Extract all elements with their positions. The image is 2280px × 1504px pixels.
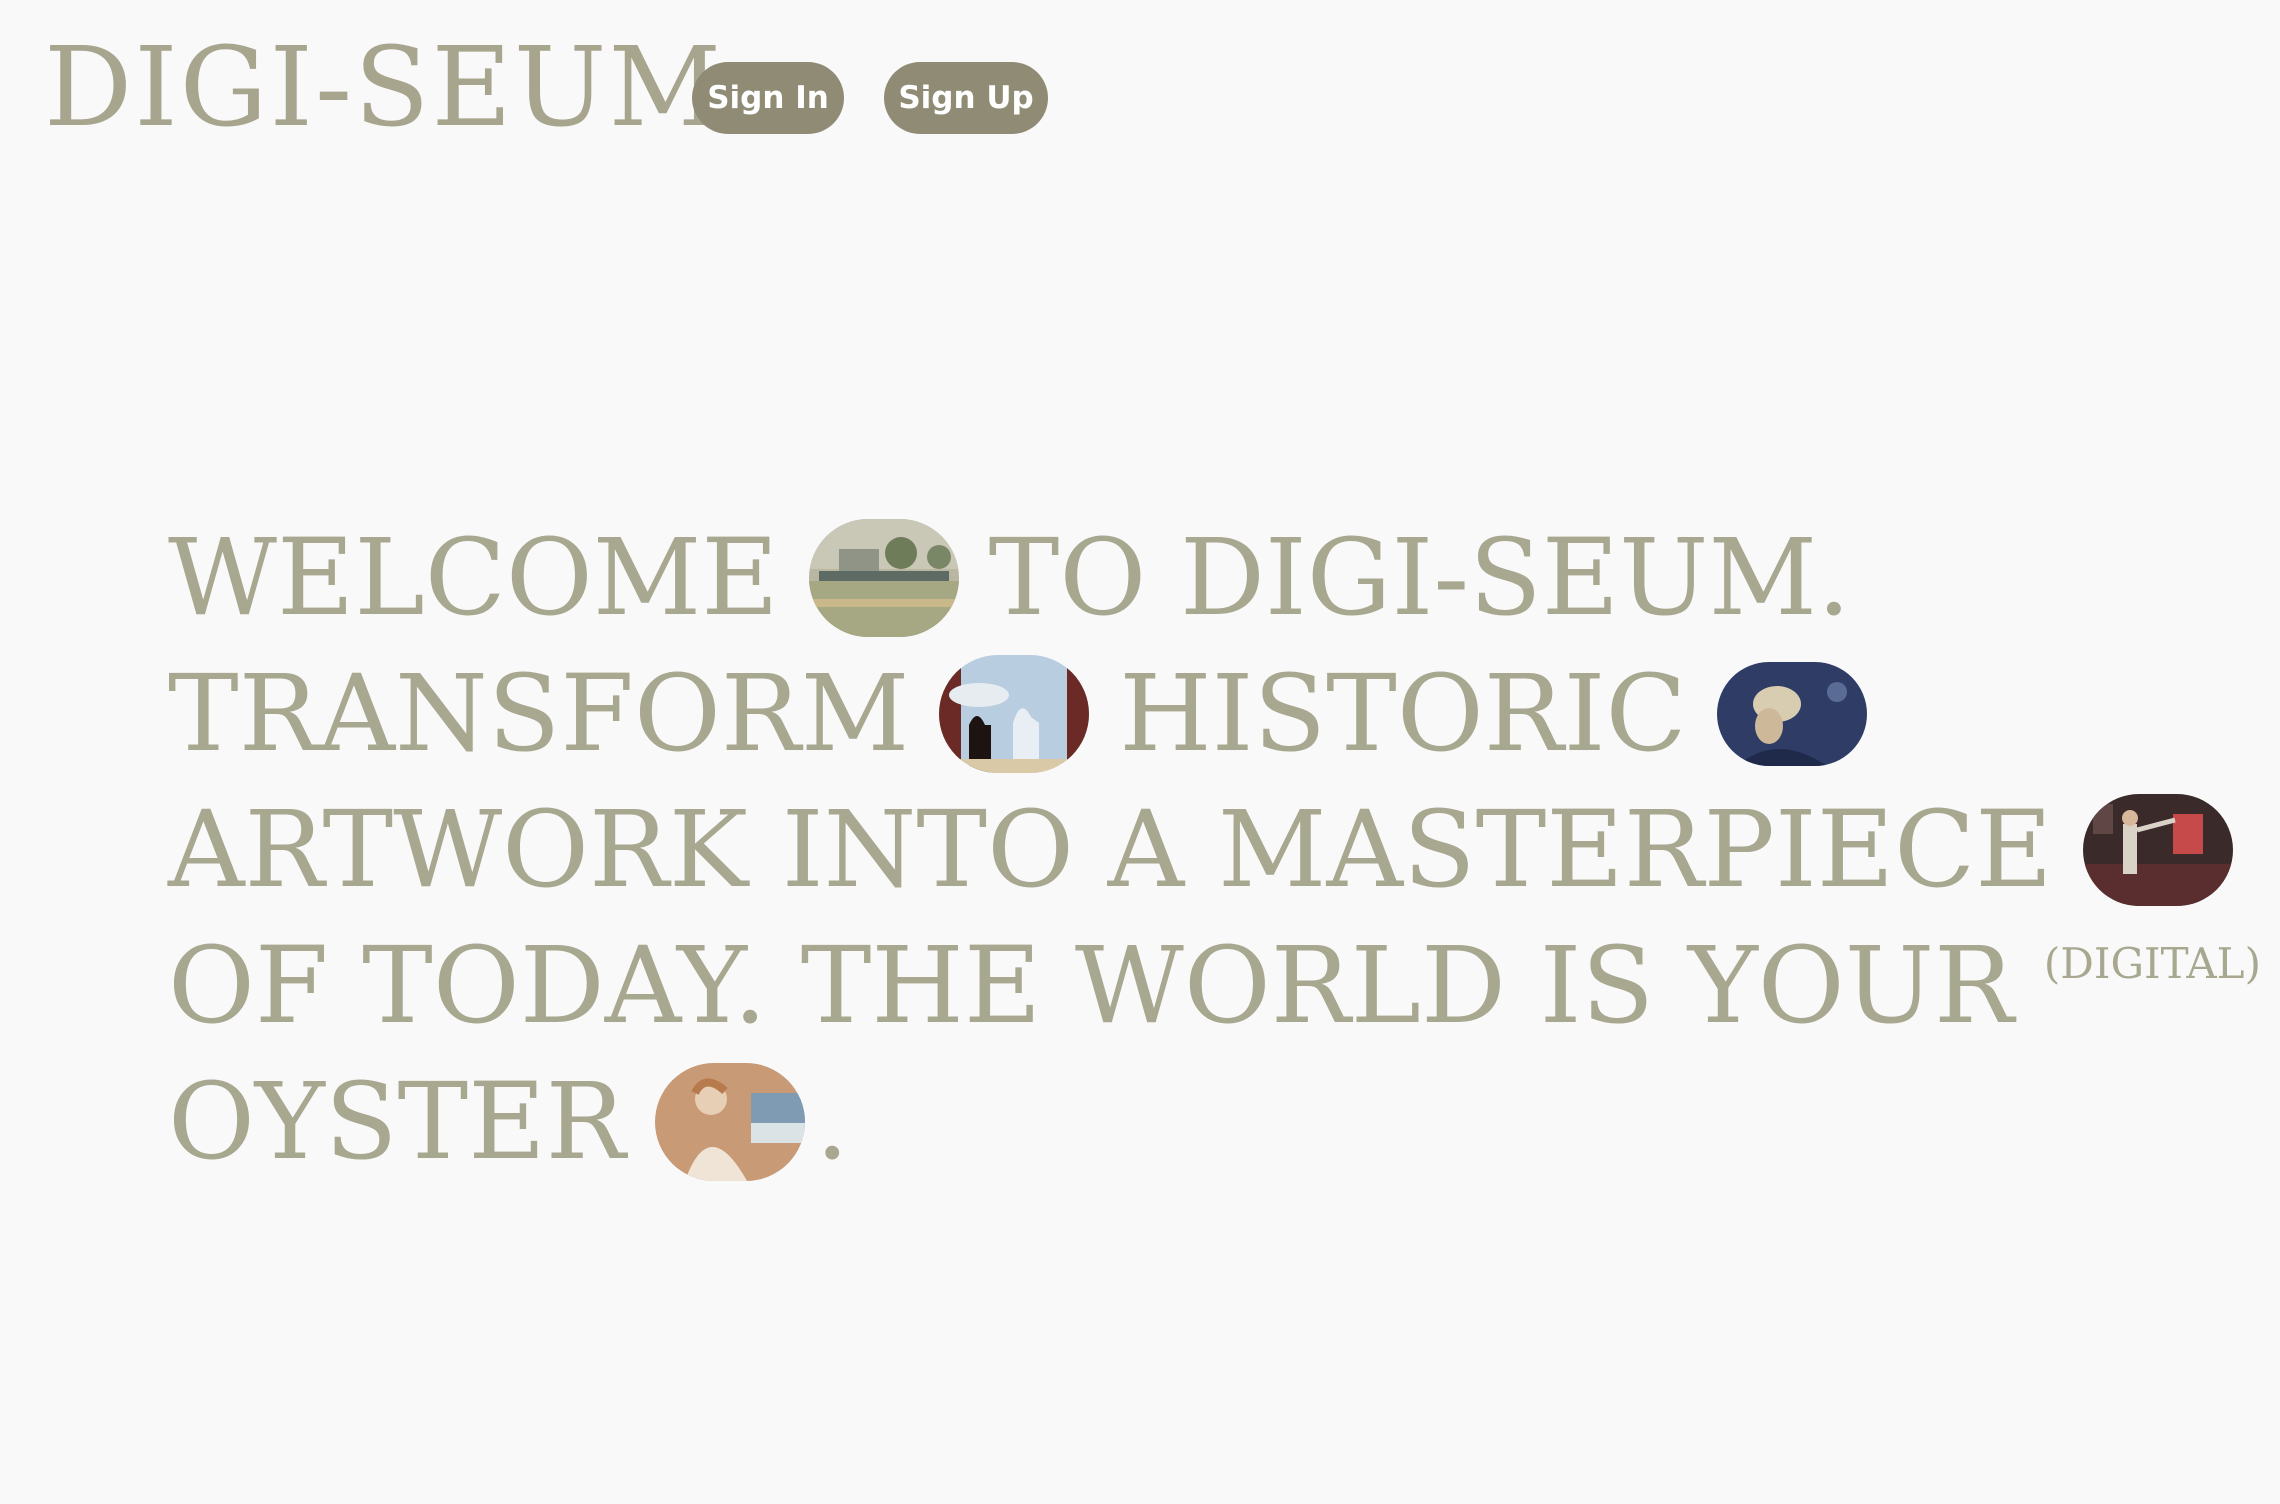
performer-scene-thumbnail [2082,794,2233,906]
hero-text: ARTWORK INTO A MASTERPIECE [168,788,2053,911]
hero-text: . [815,1060,850,1183]
hero-line: OF TODAY. THE WORLD IS YOUR (DIGITAL) [168,918,2261,1054]
sign-in-button[interactable]: Sign In [692,62,844,134]
hero-text: OYSTER [168,1060,626,1183]
landscape-painting-thumbnail [808,519,959,637]
hero-line: TRANSFORM HISTORIC [168,646,2128,782]
hero-statement: WELCOME TO DIGI-SEUM. TRANSFORM HISTORIC… [168,510,2261,1190]
hero-text: TO DIGI-SEUM. [988,516,1851,639]
site-logo[interactable]: DIGI-SEUM [44,22,723,152]
hero-text: HISTORIC [1119,652,1687,775]
hero-line: ARTWORK INTO A MASTERPIECE [168,782,2233,918]
hero-text: OF TODAY. THE WORLD IS YOUR [168,924,2014,1047]
portrait-painting-thumbnail [1716,662,1867,766]
site-header: DIGI-SEUM Sign In Sign Up [0,0,2280,200]
sign-up-button[interactable]: Sign Up [884,62,1048,134]
hero-text: TRANSFORM [168,652,910,775]
hero-text: WELCOME [168,516,779,639]
seaside-figure-thumbnail [655,1063,806,1181]
hero-small-text: (DIGITAL) [2043,939,2261,988]
hero-line: WELCOME TO DIGI-SEUM. [168,510,2128,646]
hero-line: OYSTER . [168,1054,2128,1190]
silhouette-painting-thumbnail [939,655,1090,773]
